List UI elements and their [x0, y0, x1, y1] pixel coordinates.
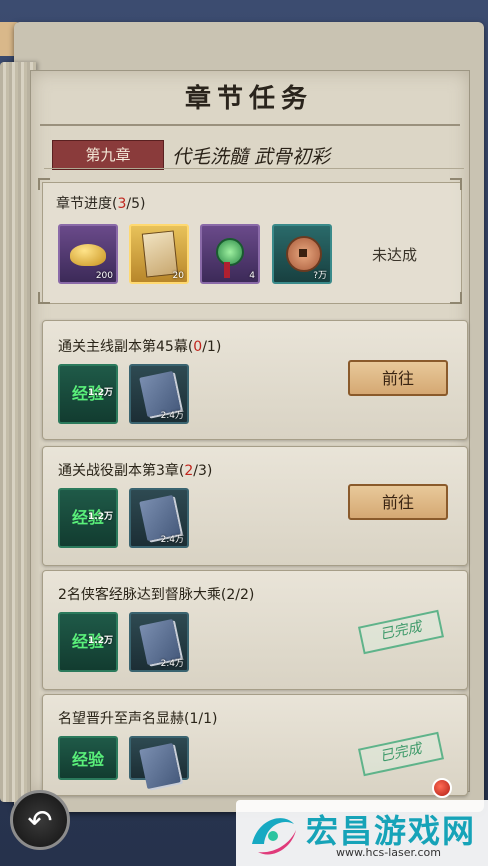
chapter-name: 代毛洗髓 武骨初彩 [172, 146, 331, 168]
reward-experience[interactable]: 经验 1.2万 [58, 364, 118, 424]
reward-count: 1.2万 [88, 388, 113, 398]
reward-skill-book[interactable]: 2.4万 [129, 488, 189, 548]
frame-corner [38, 292, 50, 304]
reward-count: ?万 [313, 271, 327, 281]
progress-label-suffix: /5) [126, 196, 146, 212]
task-title: 名望晋升至声名显赫(1/1) [58, 711, 218, 727]
title-divider [40, 124, 460, 126]
reward-skill-book[interactable]: 2.4万 [129, 364, 189, 424]
copper-coin-icon [286, 236, 322, 272]
reward-experience[interactable]: 经验 1.2万 [58, 612, 118, 672]
chapter-divider [44, 168, 464, 169]
progress-status: 未达成 [372, 246, 418, 264]
notification-dot[interactable] [432, 778, 452, 798]
reward-experience[interactable]: 经验 [58, 736, 118, 780]
reward-count: 20 [172, 271, 184, 281]
chapter-badge: 第九章 [52, 140, 164, 170]
reward-jade-pendant[interactable]: 4 [200, 224, 260, 284]
reward-gold-ingot[interactable]: 200 [58, 224, 118, 284]
frame-corner [38, 178, 50, 190]
experience-label: 经验 [71, 750, 104, 769]
reward-scroll-card[interactable]: 20 [129, 224, 189, 284]
reward-count: 2.4万 [160, 535, 184, 545]
pendant-tassel [224, 262, 230, 278]
progress-label-prefix: 章节进度( [56, 196, 118, 212]
reward-count: 2.4万 [160, 411, 184, 421]
gold-ingot-icon [70, 244, 106, 266]
reward-count: 4 [249, 271, 255, 281]
task-title: 2名侠客经脉达到督脉大乘(2/2) [58, 587, 255, 603]
task-title: 通关战役副本第3章(2/3) [58, 463, 213, 479]
jade-pendant-icon [216, 238, 244, 266]
reward-skill-book[interactable] [129, 736, 189, 790]
reward-skill-book[interactable]: 2.4万 [129, 612, 189, 672]
reward-count: 1.2万 [88, 636, 113, 646]
progress-label: 章节进度(3/5) [56, 193, 145, 213]
task-title: 通关主线副本第45幕(0/1) [58, 339, 222, 355]
back-arrow-icon: ↶ [27, 804, 53, 839]
watermark-url: www.hcs-laser.com [336, 846, 441, 859]
frame-corner [450, 178, 462, 190]
page-title: 章节任务 [184, 84, 313, 114]
reward-count: 200 [95, 271, 113, 281]
go-button[interactable]: 前往 [348, 360, 448, 396]
reward-experience[interactable]: 经验 1.2万 [58, 488, 118, 548]
watermark-logo-icon [252, 818, 296, 855]
back-button[interactable]: ↶ [10, 790, 70, 850]
reward-count: 1.2万 [88, 512, 113, 522]
skill-book-icon [139, 742, 181, 790]
reward-copper-coin[interactable]: ?万 [272, 224, 332, 284]
go-button[interactable]: 前往 [348, 484, 448, 520]
frame-corner [450, 292, 462, 304]
reward-count: 2.4万 [160, 659, 184, 669]
